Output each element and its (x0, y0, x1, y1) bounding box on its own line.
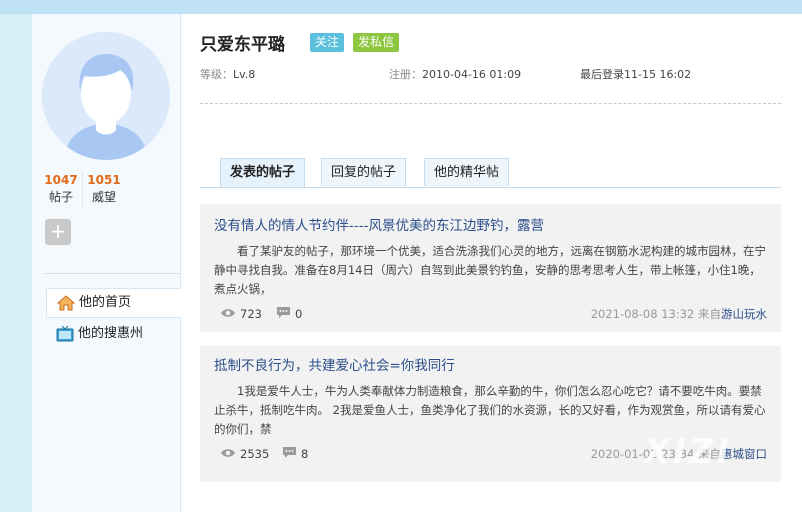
profile-sidebar: 1047 帖子 1051 威望 + 他的首页 他的搜惠州 (32, 14, 182, 512)
views-count: 723 (240, 307, 262, 321)
lastlogin-key: 最后登录 (580, 68, 624, 81)
register-value: 2010-04-16 01:09 (422, 68, 522, 81)
post-card: 没有情人的情人节约伴----风景优美的东江边野钓，露营 看了某驴友的帖子，那环境… (200, 204, 781, 332)
top-strip (0, 0, 802, 14)
level-key: 等级： (200, 68, 233, 81)
default-avatar-icon (42, 32, 170, 160)
post-excerpt: 看了某驴友的帖子，那环境一个优美，适合洗涤我们心灵的地方，远离在钢筋水泥构建的城… (214, 244, 766, 296)
eye-icon (220, 445, 236, 465)
avatar[interactable] (42, 32, 170, 160)
post-source-link[interactable]: 游山玩水 (721, 307, 767, 321)
comments-group: 8 (282, 444, 308, 465)
tab-featured-posts[interactable]: 他的精华帖 (424, 158, 510, 186)
site-watermark: XIZI (644, 432, 733, 472)
views-count: 2535 (240, 447, 270, 461)
views-group: 2535 (220, 444, 269, 465)
stat-prestige-count: 1051 (87, 173, 121, 187)
register-info: 注册：2010-04-16 01:09 (389, 66, 521, 82)
comments-group: 0 (276, 304, 302, 325)
follow-button[interactable]: 关注 (310, 33, 345, 52)
send-message-button[interactable]: 发私信 (353, 33, 400, 52)
post-title-link[interactable]: 抵制不良行为，共建爱心社会=你我同行 (214, 354, 455, 374)
stat-prestige[interactable]: 1051 威望 (83, 172, 125, 206)
eye-icon (220, 305, 236, 325)
profile-name: 只爱东平璐 (200, 35, 285, 55)
stat-posts-count: 1047 (44, 173, 78, 187)
header-divider (200, 103, 781, 104)
lastlogin-info: 最后登录11-15 16:02 (580, 66, 691, 82)
stats-bar: 1047 帖子 1051 威望 (40, 172, 125, 206)
tab-published-posts[interactable]: 发表的帖子 (220, 158, 306, 187)
register-key: 注册： (389, 68, 422, 81)
comments-count: 0 (295, 307, 303, 321)
comments-count: 8 (301, 447, 309, 461)
post-time-text: 2021-08-08 13:32 来自 (590, 307, 721, 321)
sidebar-item-souhuizhou[interactable]: 他的搜惠州 (46, 320, 181, 348)
level-info: 等级：Lv.8 (200, 66, 255, 82)
lastlogin-value: 11-15 16:02 (624, 68, 692, 81)
sidebar-item-souhuizhou-label: 他的搜惠州 (78, 326, 144, 341)
sidebar-divider (44, 273, 180, 274)
post-excerpt: 1我是爱牛人士，牛为人类奉献体力制造粮食，那么辛勤的牛，你们怎么忍心吃它？请不要… (214, 384, 766, 436)
post-title-link[interactable]: 没有情人的情人节约伴----风景优美的东江边野钓，露营 (214, 214, 544, 234)
tab-replied-posts[interactable]: 回复的帖子 (321, 158, 407, 186)
post-tabs: 发表的帖子 回复的帖子 他的精华帖 (200, 158, 781, 188)
tv-icon (56, 325, 74, 343)
level-value: Lv.8 (233, 68, 256, 81)
home-icon (56, 294, 76, 312)
stat-prestige-label: 威望 (91, 190, 116, 204)
sidebar-item-home-label: 他的首页 (79, 295, 132, 310)
sidebar-item-home[interactable]: 他的首页 (46, 288, 182, 318)
post-footer: 723 0 2021-08-08 13:32 来自游山玩水 (220, 304, 767, 324)
stat-posts[interactable]: 1047 帖子 (40, 172, 83, 206)
stat-posts-label: 帖子 (48, 190, 73, 204)
post-time: 2021-08-08 13:32 来自游山玩水 (591, 304, 767, 324)
views-group: 723 (220, 304, 262, 325)
add-button[interactable]: + (45, 219, 71, 245)
comment-icon (276, 305, 291, 325)
comment-icon (282, 445, 297, 465)
